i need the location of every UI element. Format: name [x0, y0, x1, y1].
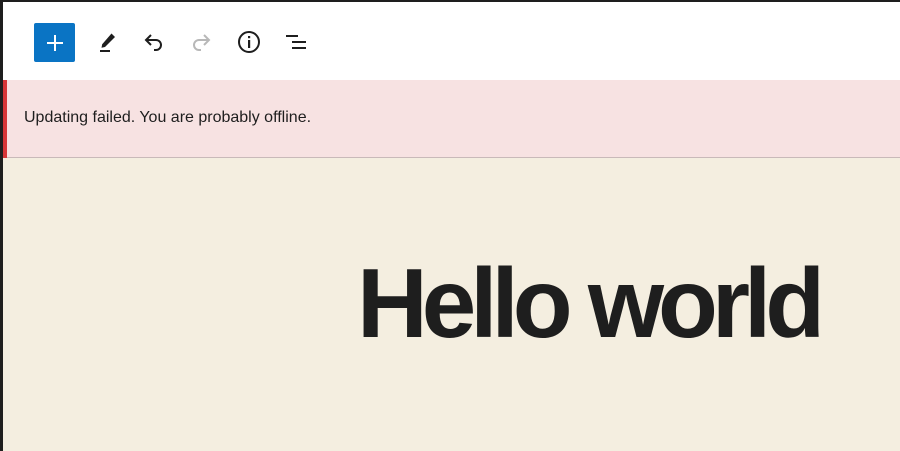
list-view-button[interactable]	[276, 22, 316, 62]
redo-button[interactable]	[181, 22, 221, 62]
undo-icon	[142, 30, 166, 54]
editor-window: Updating failed. You are probably offlin…	[0, 0, 900, 451]
post-title[interactable]: Hello world	[357, 254, 825, 352]
details-button[interactable]	[229, 22, 269, 62]
tools-button[interactable]	[87, 22, 127, 62]
list-view-icon	[283, 30, 309, 54]
editor-canvas: Hello world	[3, 158, 900, 451]
error-notice: Updating failed. You are probably offlin…	[3, 80, 900, 158]
info-icon	[236, 29, 262, 55]
plus-icon	[45, 33, 65, 53]
redo-icon	[189, 30, 213, 54]
editor-toolbar	[3, 0, 900, 80]
undo-button[interactable]	[134, 22, 174, 62]
notice-accent-bar	[3, 80, 7, 158]
notice-message: Updating failed. You are probably offlin…	[24, 109, 312, 126]
pencil-icon	[95, 30, 119, 54]
add-block-button[interactable]	[34, 23, 75, 62]
